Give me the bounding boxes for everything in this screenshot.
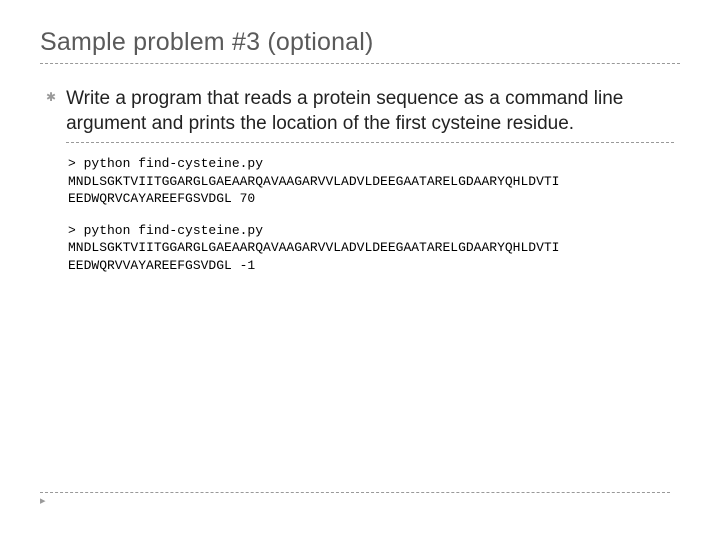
bullet-item: ✱ Write a program that reads a protein s… (46, 86, 674, 143)
code-line: MNDLSGKTVIITGGARGLGAEAARQAVAAGARVVLADVLD… (68, 173, 674, 191)
code-block-1: > python find-cysteine.py MNDLSGKTVIITGG… (68, 155, 674, 208)
code-line: > python find-cysteine.py (68, 222, 674, 240)
code-line: MNDLSGKTVIITGGARGLGAEAARQAVAAGARVVLADVLD… (68, 239, 674, 257)
code-line: EEDWQRVVAYAREEFGSVDGL -1 (68, 257, 674, 275)
code-line: EEDWQRVCAYAREEFGSVDGL 70 (68, 190, 674, 208)
footer-divider: ▸ (40, 492, 670, 506)
asterisk-icon: ✱ (46, 91, 56, 103)
title-block: Sample problem #3 (optional) (40, 28, 680, 64)
slide-title: Sample problem #3 (optional) (40, 28, 680, 57)
code-line: > python find-cysteine.py (68, 155, 674, 173)
code-block-2: > python find-cysteine.py MNDLSGKTVIITGG… (68, 222, 674, 275)
bullet-text: Write a program that reads a protein seq… (66, 86, 674, 143)
slide-body: ✱ Write a program that reads a protein s… (40, 86, 680, 274)
slide: Sample problem #3 (optional) ✱ Write a p… (0, 0, 720, 540)
triangle-icon: ▸ (40, 496, 46, 507)
